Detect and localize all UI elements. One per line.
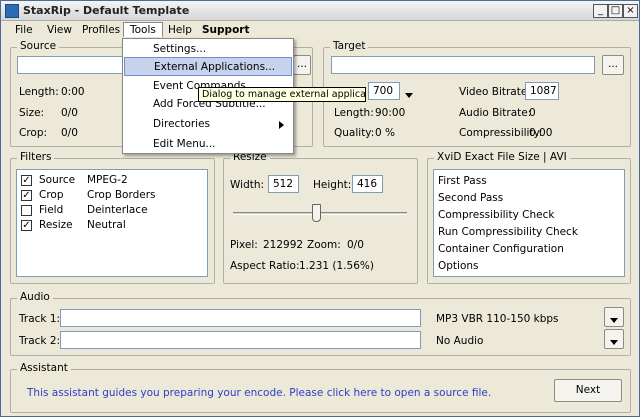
encoder-item-run-compressibility-check[interactable]: Run Compressibility Check [438,226,578,238]
encoder-item-options[interactable]: Options [438,260,479,272]
audio-bitrate-label: Audio Bitrate: [459,107,532,119]
compressibility-value: 0.00 [529,127,553,139]
resize-slider-thumb[interactable] [312,204,322,222]
filter-resize-checkbox[interactable]: ✓ [21,220,32,231]
audio-group-title: Audio [17,291,53,303]
filter-resize-name: Resize [39,219,73,231]
chevron-down-icon [610,318,618,323]
menu-file[interactable]: File [9,23,39,38]
encoder-item-second-pass[interactable]: Second Pass [438,192,503,204]
filter-resize-value: Neutral [87,219,126,231]
chevron-down-icon[interactable] [405,89,413,101]
filter-source-name: Source [39,174,76,186]
resize-width-input[interactable]: 512 [268,175,299,193]
pixel-label: Pixel: [230,239,258,251]
filter-field-name: Field [39,204,64,216]
source-size-value: 0/0 [61,107,78,119]
track1-profile: MP3 VBR 110-150 kbps [436,313,559,325]
quality-label: Quality: [334,127,375,139]
source-crop-value: 0/0 [61,127,78,139]
source-length-label: Length: [19,86,59,98]
menu-tools[interactable]: Tools [123,22,163,37]
track2-input[interactable] [60,331,421,349]
zoom-value: 0/0 [347,239,364,251]
title-bar[interactable]: StaxRip - Default Template _ □ × [1,1,639,21]
filters-group-title: Filters [17,151,55,163]
menu-help[interactable]: Help [162,23,198,38]
filter-crop-name: Crop [39,189,64,201]
target-browse-button[interactable]: ... [602,55,624,75]
filter-source-checkbox[interactable]: ✓ [21,175,32,186]
source-length-value: 0:00 [61,86,85,98]
tooltip: Dialog to manage external applications [198,87,366,102]
menu-item-external-applications[interactable]: External Applications... [124,57,292,76]
resize-height-label: Height: [313,179,352,191]
app-window: StaxRip - Default Template _ □ × File Vi… [0,0,640,417]
resize-height-input[interactable]: 416 [352,175,383,193]
pixel-value: 212992 [263,239,304,251]
encoder-item-container-configuration[interactable]: Container Configuration [438,243,564,255]
track2-menu-button[interactable] [604,329,624,349]
filter-field-value: Deinterlace [87,204,148,216]
assistant-group-title: Assistant [17,362,71,374]
track2-profile: No Audio [436,335,484,347]
zoom-label: Zoom: [307,239,341,251]
track1-menu-button[interactable] [604,307,624,327]
menu-view[interactable]: View [41,23,78,38]
encoder-item-compressibility-check[interactable]: Compressibility Check [438,209,554,221]
submenu-arrow-icon [279,121,284,129]
video-bitrate-input[interactable]: 1087 [525,82,559,100]
aspect-ratio-label: Aspect Ratio: [230,260,300,272]
resize-width-label: Width: [230,179,265,191]
aspect-ratio-value: 1.231 (1.56%) [299,260,374,272]
chevron-down-icon [610,340,618,345]
app-icon [5,4,19,18]
filters-list[interactable]: ✓ Source MPEG-2 ✓ Crop Crop Borders Fiel… [16,169,208,277]
target-length-value: 90:00 [375,107,406,119]
encoder-group-title: XviD Exact File Size | AVI [434,151,570,163]
next-button[interactable]: Next [554,379,622,402]
menu-bar: File View Profiles Tools Help Support [1,21,639,39]
menu-profiles[interactable]: Profiles [76,23,126,38]
filter-field-checkbox[interactable] [21,205,32,216]
minimize-button[interactable]: _ [593,4,608,18]
target-path-input[interactable] [331,56,595,74]
window-title: StaxRip - Default Template [23,4,190,17]
filter-crop-value: Crop Borders [87,189,156,201]
menu-support[interactable]: Support [196,23,255,38]
target-group-title: Target [330,40,369,52]
target-size-combo[interactable]: 700 [368,82,400,100]
menu-item-directories[interactable]: Directories [124,115,292,134]
quality-value: 0 % [375,127,395,139]
encoder-options-list[interactable]: First Pass Second Pass Compressibility C… [433,169,625,277]
assistant-message[interactable]: This assistant guides you preparing your… [27,387,491,399]
video-bitrate-label: Video Bitrate: [459,86,531,98]
filter-source-value: MPEG-2 [87,174,128,186]
audio-bitrate-value: 0 [529,107,536,119]
filter-crop-checkbox[interactable]: ✓ [21,190,32,201]
source-size-label: Size: [19,107,45,119]
track1-label: Track 1: [19,313,61,325]
source-group-title: Source [17,40,60,52]
menu-item-edit-menu[interactable]: Edit Menu... [124,135,292,154]
track2-label: Track 2: [19,335,61,347]
encoder-item-first-pass[interactable]: First Pass [438,175,487,187]
source-browse-button[interactable]: ... [293,55,311,75]
track1-input[interactable] [60,309,421,327]
source-crop-label: Crop: [19,127,48,139]
target-length-label: Length: [334,107,374,119]
close-button[interactable]: × [623,4,638,18]
maximize-button[interactable]: □ [608,4,623,18]
